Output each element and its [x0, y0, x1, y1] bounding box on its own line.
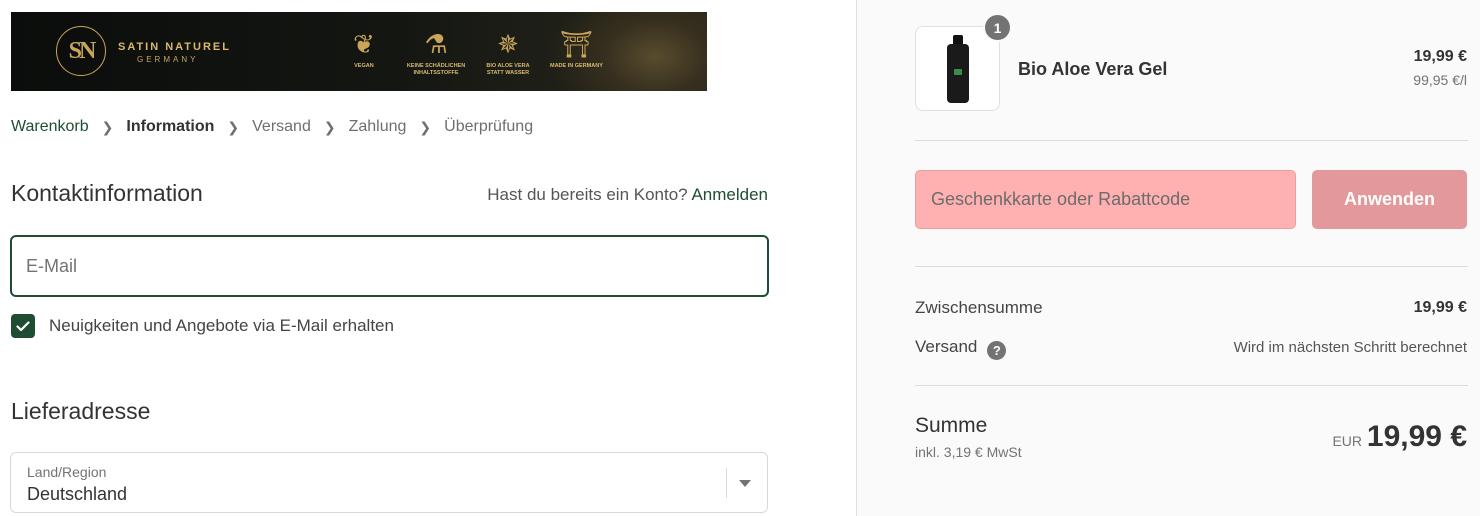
- chevron-right-icon: ❯: [101, 118, 114, 135]
- product-thumbnail: [915, 26, 1000, 111]
- subtotal-value: 19,99 €: [1413, 299, 1467, 316]
- newsletter-checkbox[interactable]: [11, 314, 35, 338]
- bottle-image: [947, 35, 969, 103]
- tax-note: inkl. 3,19 € MwSt: [915, 444, 1022, 460]
- currency-code: EUR: [1332, 433, 1362, 449]
- breadcrumb: Warenkorb ❯ Information ❯ Versand ❯ Zahl…: [11, 118, 533, 136]
- checkout-main: SN SATIN NATUREL GERMANY ❦ VEGAN ⚗ KEINE…: [0, 0, 856, 516]
- breadcrumb-cart[interactable]: Warenkorb: [11, 118, 89, 136]
- badge-made-in-germany: ⛩ MADE IN GERMANY: [550, 30, 603, 70]
- shipping-value: Wird im nächsten Schritt berechnet: [1233, 339, 1467, 356]
- contact-heading: Kontaktinformation: [11, 180, 203, 206]
- store-banner[interactable]: SN SATIN NATUREL GERMANY ❦ VEGAN ⚗ KEINE…: [11, 12, 707, 91]
- divider: [915, 140, 1468, 141]
- lab-icon: ⚗: [424, 29, 448, 59]
- badge-label: KEINE SCHÄDLICHEN INHALTSSTOFFE: [406, 63, 466, 76]
- divider: [915, 385, 1468, 386]
- product-unit-price: 99,95 €/l: [1413, 72, 1467, 88]
- login-link[interactable]: Anmelden: [691, 185, 768, 204]
- product-name: Bio Aloe Vera Gel: [1018, 59, 1168, 79]
- shipping-label: Versand: [915, 337, 978, 356]
- breadcrumb-review: Überprüfung: [444, 118, 534, 135]
- aloe-icon: ✵: [497, 29, 519, 59]
- quantity-badge: 1: [983, 13, 1012, 42]
- breadcrumb-information: Information: [126, 118, 215, 135]
- country-select[interactable]: Land/Region Deutschland: [10, 452, 768, 513]
- badge-aloe: ✵ BIO ALOE VERA STATT WASSER: [483, 30, 533, 77]
- email-field[interactable]: [10, 235, 769, 297]
- country-value: Deutschland: [27, 484, 128, 504]
- badge-label: MADE IN GERMANY: [550, 63, 603, 69]
- total-amount: 19,99 €: [1366, 420, 1467, 453]
- chevron-right-icon: ❯: [419, 118, 432, 135]
- account-prompt-text: Hast du bereits ein Konto?: [487, 185, 688, 204]
- brand-subtitle: GERMANY: [137, 55, 199, 64]
- chevron-right-icon: ❯: [227, 118, 240, 135]
- total-label: Summe: [915, 414, 988, 437]
- checkmark-icon: [16, 320, 30, 331]
- account-prompt: Hast du bereits ein Konto? Anmelden: [487, 185, 768, 205]
- brand-logo: SN: [56, 26, 106, 76]
- breadcrumb-shipping: Versand: [252, 118, 311, 135]
- subtotal-label: Zwischensumme: [915, 298, 1043, 317]
- shipping-row: Versand?: [915, 337, 1007, 360]
- badge-no-harmful: ⚗ KEINE SCHÄDLICHEN INHALTSSTOFFE: [405, 30, 467, 77]
- breadcrumb-payment: Zahlung: [348, 118, 407, 135]
- newsletter-option[interactable]: Neuigkeiten und Angebote via E-Mail erha…: [11, 314, 394, 338]
- help-icon[interactable]: ?: [987, 341, 1007, 360]
- chevron-right-icon: ❯: [323, 118, 336, 135]
- country-label: Land/Region: [27, 464, 107, 480]
- delivery-heading: Lieferadresse: [11, 398, 151, 424]
- newsletter-label: Neuigkeiten und Angebote via E-Mail erha…: [49, 316, 394, 335]
- order-summary: 1 Bio Aloe Vera Gel 19,99 € 99,95 €/l An…: [856, 0, 1480, 516]
- divider: [915, 266, 1468, 267]
- brandenburg-gate-icon: ⛩: [559, 29, 593, 59]
- discount-code-input[interactable]: [915, 170, 1296, 229]
- select-divider: [726, 468, 727, 498]
- badge-label: VEGAN: [354, 63, 374, 69]
- apply-discount-button[interactable]: Anwenden: [1312, 170, 1467, 229]
- badge-label: BIO ALOE VERA STATT WASSER: [486, 63, 530, 76]
- leaf-icon: ❦: [353, 29, 375, 59]
- product-price: 19,99 €: [1413, 48, 1467, 65]
- chevron-down-icon: [739, 480, 751, 487]
- brand-name: SATIN NATUREL: [118, 41, 231, 53]
- badge-vegan: ❦ VEGAN: [353, 30, 375, 70]
